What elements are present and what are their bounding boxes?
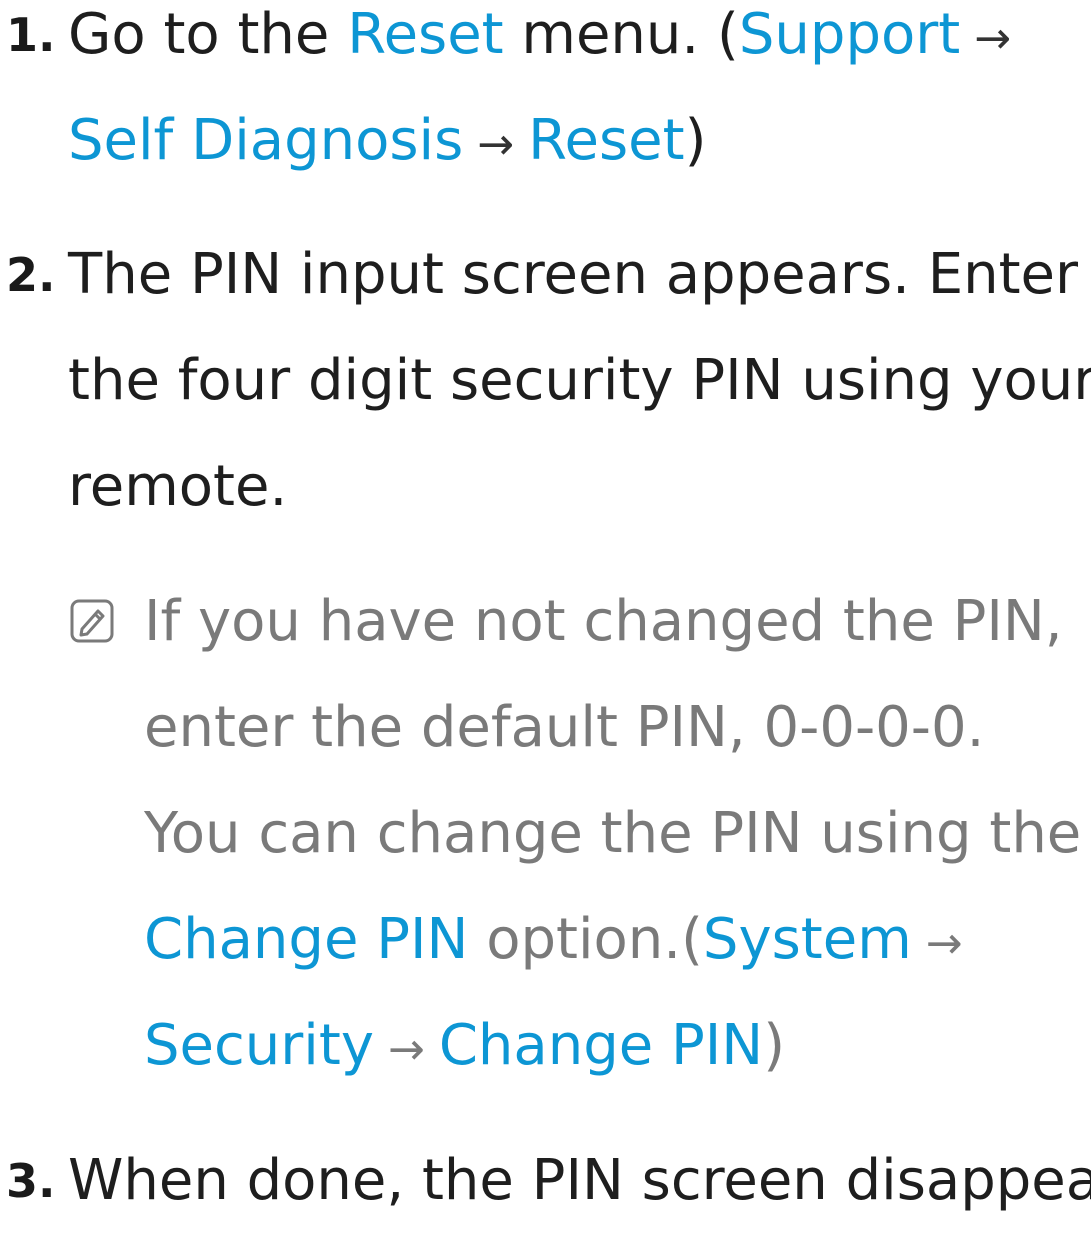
menu-link-self-diagnosis: Self Diagnosis: [68, 108, 464, 173]
note-text: If you have not changed the PIN, enter t…: [144, 569, 1081, 1099]
text-line: When done, the PIN screen disappear.: [68, 1148, 1091, 1213]
text-run: Go to the: [68, 2, 348, 67]
menu-link-change-pin: Change PIN: [438, 1013, 764, 1078]
manual-page: 1. Go to the Reset menu. (Support → Self…: [0, 0, 1091, 1213]
text-run: ): [684, 108, 707, 173]
arrow-icon: →: [911, 918, 963, 969]
menu-link-reset: Reset: [347, 2, 504, 67]
text-line: The PIN input screen appears. Enter: [68, 242, 1079, 307]
arrow-icon: →: [960, 13, 1012, 64]
menu-link-security: Security: [144, 1013, 374, 1078]
step-number: 3.: [6, 1154, 56, 1208]
text-line: Self Diagnosis → Reset): [68, 88, 1091, 194]
text-line: Go to the Reset menu. (Support →: [68, 0, 1091, 88]
text-line: the four digit security PIN using your: [68, 348, 1091, 413]
text-run: option.(: [468, 907, 703, 972]
menu-link-change-pin: Change PIN: [144, 907, 469, 972]
step-text: When done, the PIN screen disappear.: [68, 1128, 1091, 1234]
text-run: menu. (: [503, 2, 739, 67]
note-pencil-icon: [70, 599, 114, 643]
text-line: Change PIN option.(System →: [144, 887, 1081, 993]
step-number: 2.: [6, 248, 56, 302]
arrow-icon: →: [373, 1024, 439, 1075]
menu-link-system: System: [702, 907, 912, 972]
text-run: ): [763, 1013, 786, 1078]
step-number: 1.: [6, 8, 56, 62]
text-line: enter the default PIN, 0-0-0-0.: [144, 695, 985, 760]
menu-link-reset: Reset: [528, 108, 685, 173]
step-text: Go to the Reset menu. (Support → Self Di…: [68, 0, 1091, 194]
menu-link-support: Support: [738, 2, 961, 67]
text-line: Security → Change PIN): [144, 993, 1081, 1099]
step-text: The PIN input screen appears. Enter the …: [68, 222, 1091, 540]
arrow-icon: →: [463, 119, 529, 170]
text-line: You can change the PIN using the: [144, 801, 1082, 866]
text-line: If you have not changed the PIN,: [144, 589, 1063, 654]
text-line: remote.: [68, 454, 288, 519]
